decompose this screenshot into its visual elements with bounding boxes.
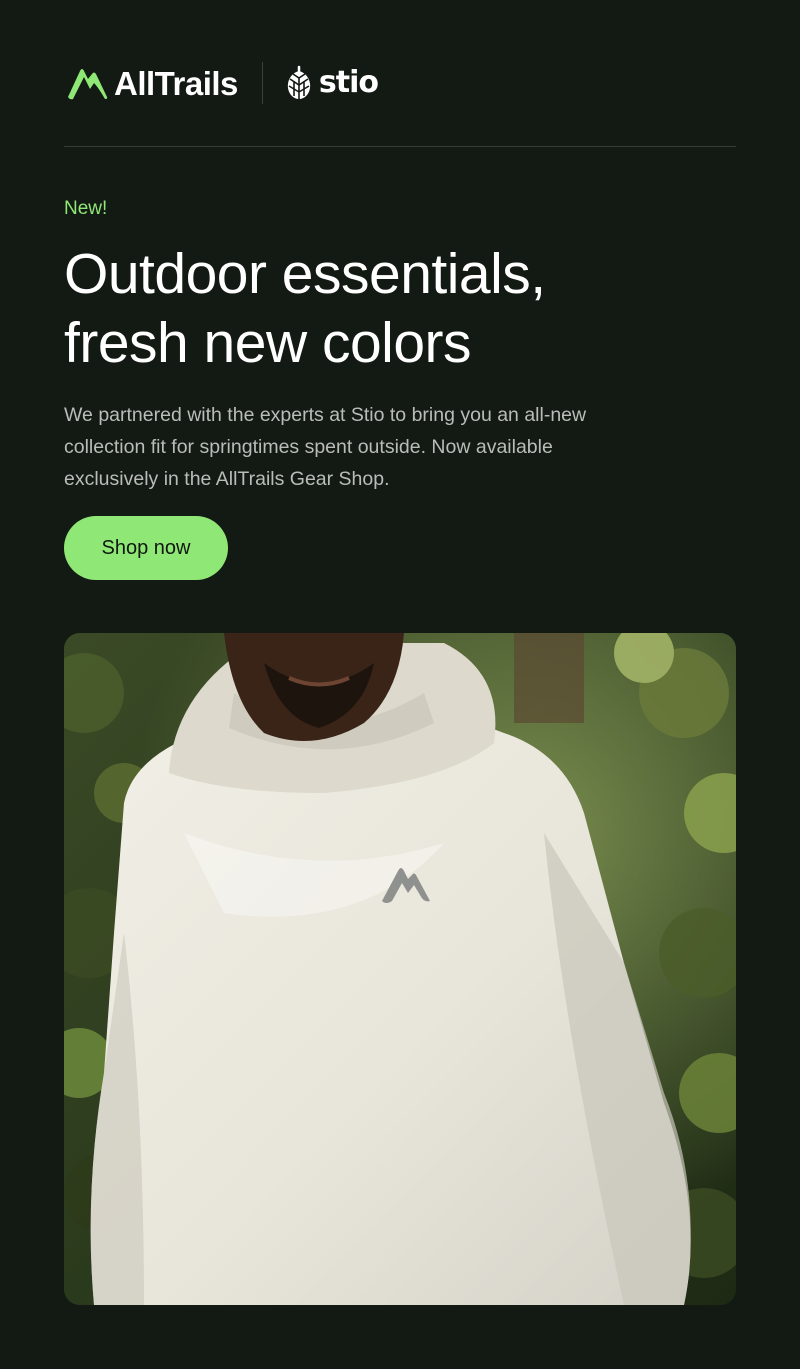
- partner-logos: AllTrails stio: [64, 56, 379, 110]
- body-copy: We partnered with the experts at Stio to…: [64, 399, 704, 495]
- product-photo[interactable]: [64, 633, 736, 1305]
- headline-line: Outdoor essentials,: [64, 242, 546, 306]
- alltrails-mountain-icon: [68, 69, 108, 100]
- alltrails-wordmark: AllTrails: [114, 64, 238, 102]
- header-divider: [64, 146, 736, 147]
- shop-now-button[interactable]: Shop now: [64, 516, 228, 580]
- pinecone-icon: [287, 65, 311, 99]
- eyebrow-label: New!: [64, 198, 108, 219]
- logo-divider: [261, 62, 263, 104]
- body-line: exclusively in the AllTrails Gear Shop.: [64, 468, 390, 490]
- headline: Outdoor essentials, fresh new colors: [64, 240, 736, 378]
- hoodie-photo-illustration: [64, 633, 736, 1305]
- body-line: We partnered with the experts at Stio to…: [64, 404, 587, 426]
- stio-logo[interactable]: stio: [285, 65, 379, 101]
- body-line: collection fit for springtimes spent out…: [64, 436, 553, 458]
- alltrails-logo[interactable]: AllTrails: [64, 65, 238, 101]
- headline-line: fresh new colors: [64, 311, 472, 375]
- stio-wordmark: stio: [318, 65, 379, 100]
